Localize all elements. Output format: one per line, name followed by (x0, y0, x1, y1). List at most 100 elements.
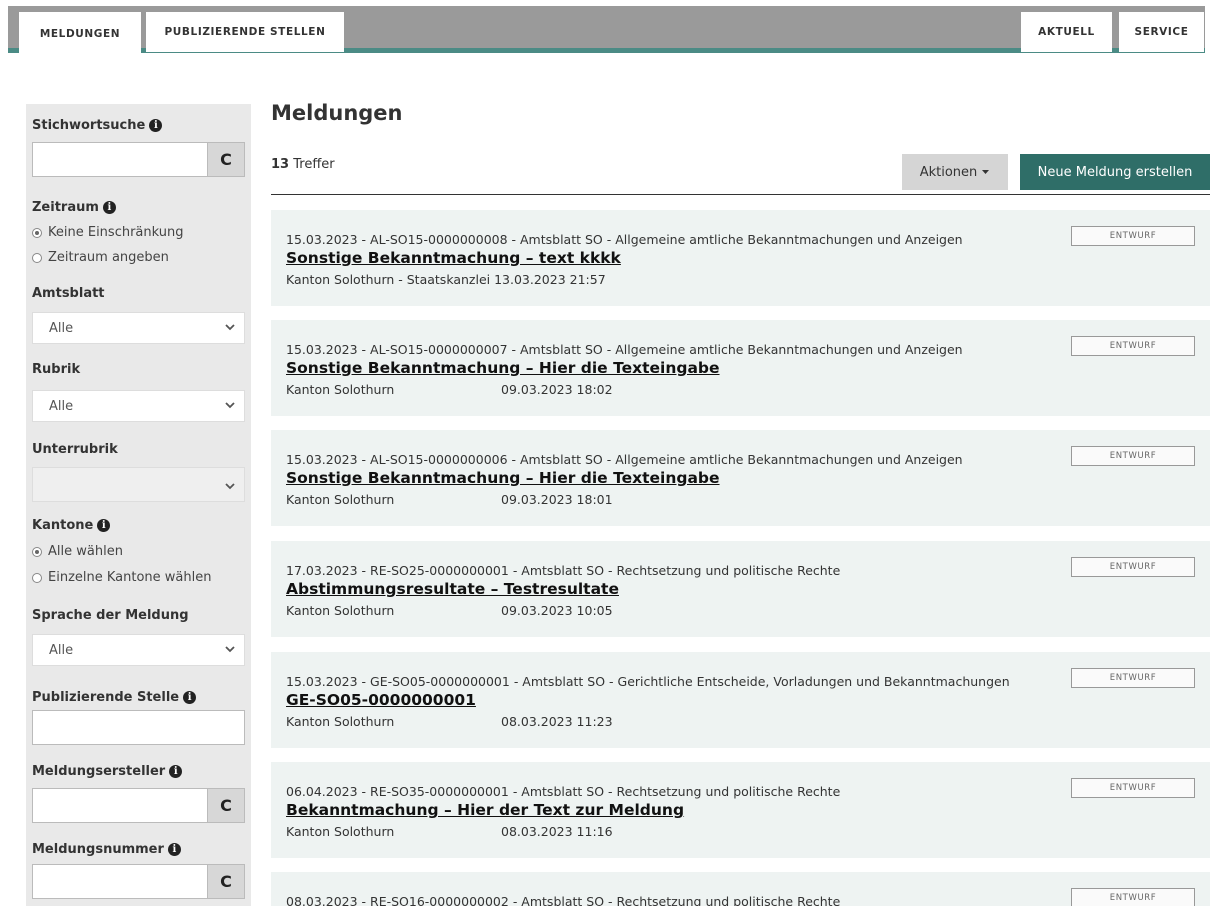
result-date: 09.03.2023 18:02 (501, 382, 613, 397)
period-label: Zeitraum i (32, 200, 116, 215)
reset-keyword-button[interactable]: C (207, 143, 244, 176)
creator-label: Meldungsersteller i (32, 764, 183, 779)
new-message-button[interactable]: Neue Meldung erstellen (1020, 154, 1210, 190)
rubric-select[interactable]: Alle (32, 390, 245, 422)
result-meta: 15.03.2023 - AL-SO15-0000000008 - Amtsbl… (286, 232, 963, 247)
cantons-label: Kantone i (32, 518, 111, 533)
status-badge: ENTWURF (1071, 888, 1195, 906)
status-badge: ENTWURF (1071, 668, 1195, 688)
chevron-down-icon (225, 646, 235, 653)
status-badge: ENTWURF (1071, 557, 1195, 577)
keyword-search-input[interactable]: C (32, 142, 245, 177)
actions-dropdown-button[interactable]: Aktionen (902, 154, 1008, 190)
reset-number-button[interactable]: C (207, 865, 244, 898)
language-select[interactable]: Alle (32, 634, 245, 666)
result-meta: 15.03.2023 - AL-SO15-0000000007 - Amtsbl… (286, 342, 963, 357)
info-icon[interactable]: i (167, 843, 181, 856)
result-card[interactable]: 06.04.2023 - RE-SO35-0000000001 - Amtsbl… (271, 762, 1210, 858)
canton-option-single[interactable]: Einzelne Kantone wählen (32, 570, 211, 585)
radio-selected-icon (32, 227, 42, 238)
result-card[interactable]: 15.03.2023 - AL-SO15-0000000007 - Amtsbl… (271, 320, 1210, 416)
result-author: Kanton Solothurn (286, 382, 395, 397)
gazette-label-text: Amtsblatt (32, 286, 105, 301)
info-icon[interactable]: i (102, 201, 116, 214)
result-card[interactable]: 15.03.2023 - AL-SO15-0000000006 - Amtsbl… (271, 430, 1210, 526)
period-option-none[interactable]: Keine Einschränkung (32, 225, 184, 240)
keyword-search-label-text: Stichwortsuche (32, 118, 146, 133)
result-author: Kanton Solothurn - Staatskanzlei 13.03.2… (286, 272, 606, 287)
tab-publizierende-stellen[interactable]: PUBLIZIERENDE STELLEN (146, 12, 344, 52)
result-card[interactable]: 17.03.2023 - RE-SO25-0000000001 - Amtsbl… (271, 541, 1210, 637)
result-card[interactable]: 15.03.2023 - GE-SO05-0000000001 - Amtsbl… (271, 652, 1210, 748)
result-card[interactable]: 08.03.2023 - RE-SO16-0000000002 - Amtsbl… (271, 872, 1210, 906)
subrubric-select[interactable] (32, 467, 245, 502)
result-meta: 06.04.2023 - RE-SO35-0000000001 - Amtsbl… (286, 784, 841, 799)
result-meta: 15.03.2023 - AL-SO15-0000000006 - Amtsbl… (286, 452, 963, 467)
page-title: Meldungen (271, 101, 403, 125)
tab-aktuell[interactable]: AKTUELL (1021, 12, 1112, 52)
select-value: Alle (49, 320, 74, 336)
radio-selected-icon (32, 546, 42, 557)
period-option-range[interactable]: Zeitraum angeben (32, 250, 169, 265)
period-label-text: Zeitraum (32, 200, 99, 215)
radio-label: Zeitraum angeben (48, 250, 169, 265)
hit-count-number: 13 (271, 157, 290, 172)
result-title-link[interactable]: Abstimmungsresultate – Testresultate (286, 580, 619, 598)
language-label-text: Sprache der Meldung (32, 608, 189, 623)
info-icon[interactable]: i (149, 119, 163, 132)
status-badge: ENTWURF (1071, 778, 1195, 798)
publisher-label-text: Publizierende Stelle (32, 690, 180, 705)
filter-sidebar: Stichwortsuche i C Zeitraum i Keine Eins… (26, 104, 251, 906)
chevron-down-icon (225, 324, 235, 331)
result-author: Kanton Solothurn (286, 714, 395, 729)
caret-down-icon (982, 170, 990, 174)
top-navigation: MELDUNGEN PUBLIZIERENDE STELLEN AKTUELL … (0, 0, 1213, 58)
gazette-select[interactable]: Alle (32, 312, 245, 344)
creator-input[interactable]: C (32, 788, 245, 823)
status-badge: ENTWURF (1071, 226, 1195, 246)
result-author: Kanton Solothurn (286, 603, 395, 618)
reset-creator-button[interactable]: C (207, 789, 244, 822)
result-title-link[interactable]: Sonstige Bekanntmachung – Hier die Texte… (286, 359, 720, 377)
result-date: 08.03.2023 11:16 (501, 824, 613, 839)
radio-label: Einzelne Kantone wählen (48, 570, 212, 585)
status-badge: ENTWURF (1071, 446, 1195, 466)
radio-label: Alle wählen (48, 544, 123, 559)
result-meta: 17.03.2023 - RE-SO25-0000000001 - Amtsbl… (286, 563, 841, 578)
canton-option-all[interactable]: Alle wählen (32, 544, 123, 559)
select-value: Alle (49, 398, 74, 414)
number-label-text: Meldungsnummer (32, 842, 164, 857)
info-icon[interactable]: i (183, 691, 197, 704)
creator-label-text: Meldungsersteller (32, 764, 166, 779)
result-author: Kanton Solothurn (286, 824, 395, 839)
status-badge: ENTWURF (1071, 336, 1195, 356)
result-title-link[interactable]: Bekanntmachung – Hier der Text zur Meldu… (286, 801, 684, 819)
result-card[interactable]: 15.03.2023 - AL-SO15-0000000008 - Amtsbl… (271, 210, 1210, 306)
refresh-icon: C (220, 796, 232, 815)
result-title-link[interactable]: Sonstige Bekanntmachung – Hier die Texte… (286, 469, 720, 487)
info-icon[interactable]: i (97, 519, 111, 532)
result-date: 09.03.2023 10:05 (501, 603, 613, 618)
subrubric-label: Unterrubrik (32, 442, 118, 457)
result-meta: 08.03.2023 - RE-SO16-0000000002 - Amtsbl… (286, 894, 841, 906)
rubric-label-text: Rubrik (32, 362, 81, 377)
tab-service[interactable]: SERVICE (1119, 12, 1204, 52)
result-title-link[interactable]: GE-SO05-0000000001 (286, 691, 476, 709)
hit-count: 13 Treffer (271, 157, 335, 172)
hit-count-label: Treffer (293, 157, 335, 172)
number-input[interactable]: C (32, 864, 245, 899)
cantons-label-text: Kantone (32, 518, 94, 533)
refresh-icon: C (220, 872, 232, 891)
result-title-link[interactable]: Sonstige Bekanntmachung – text kkkk (286, 249, 621, 267)
radio-icon (32, 572, 42, 583)
publisher-label: Publizierende Stelle i (32, 690, 197, 705)
tab-meldungen[interactable]: MELDUNGEN (19, 12, 141, 55)
language-label: Sprache der Meldung (32, 608, 189, 623)
info-icon[interactable]: i (169, 765, 183, 778)
chevron-down-icon (225, 402, 235, 409)
number-label: Meldungsnummer i (32, 842, 181, 857)
result-date: 09.03.2023 18:01 (501, 492, 613, 507)
publisher-input[interactable] (32, 710, 245, 745)
result-date: 08.03.2023 11:23 (501, 714, 613, 729)
chevron-down-icon (225, 483, 235, 490)
